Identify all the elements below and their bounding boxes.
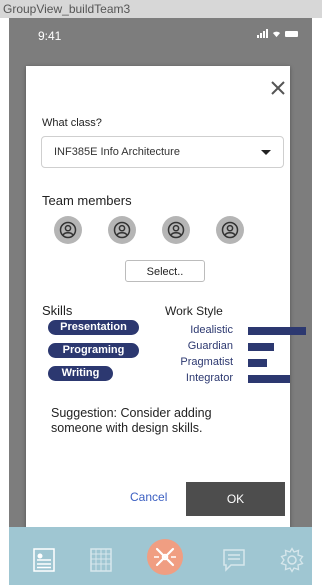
team-member-slot-2[interactable]: [108, 216, 136, 244]
work-style-bar-pragmatist: [248, 359, 267, 367]
work-style-label-integrator: Integrator: [185, 372, 233, 384]
tools-icon: [154, 547, 176, 567]
status-icons: [257, 29, 298, 38]
tab-build-team[interactable]: [147, 539, 183, 575]
work-style-bar-guardian: [248, 343, 274, 351]
team-members-label: Team members: [42, 193, 132, 208]
status-bar: 9:41: [9, 18, 312, 48]
tab-bar: [9, 527, 312, 585]
window-title: GroupView_buildTeam3: [0, 0, 322, 18]
select-members-button[interactable]: Select..: [125, 260, 205, 282]
chat-icon[interactable]: [221, 547, 247, 573]
user-icon: [221, 221, 239, 239]
calendar-grid-icon[interactable]: [88, 547, 114, 573]
team-member-slot-3[interactable]: [162, 216, 190, 244]
work-style-bar-integrator: [248, 375, 290, 383]
work-style-bar-idealistic: [248, 327, 306, 335]
close-icon[interactable]: [270, 80, 286, 96]
build-team-dialog: What class? INF385E Info Architecture Te…: [26, 66, 306, 533]
phone-screen: 9:41 What class? INF385E Info Architectu…: [9, 18, 312, 585]
class-dropdown[interactable]: INF385E Info Architecture: [41, 136, 284, 168]
work-style-label-guardian: Guardian: [187, 340, 233, 352]
team-member-slot-4[interactable]: [216, 216, 244, 244]
suggestion-text: Suggestion: Consider adding someone with…: [51, 406, 212, 435]
user-icon: [167, 221, 185, 239]
class-label: What class?: [42, 117, 102, 129]
ok-button[interactable]: OK: [186, 482, 285, 516]
work-style-label: Work Style: [165, 304, 223, 318]
battery-icon: [285, 30, 298, 37]
work-style-label-idealistic: Idealistic: [190, 324, 233, 336]
team-member-slot-1[interactable]: [54, 216, 82, 244]
work-style-label-pragmatist: Pragmatist: [180, 356, 233, 368]
cancel-button[interactable]: Cancel: [130, 490, 167, 504]
wifi-icon: [272, 31, 281, 38]
skills-label: Skills: [42, 303, 73, 318]
signal-icon: [257, 29, 268, 38]
profile-card-icon[interactable]: [31, 547, 57, 573]
user-icon: [59, 221, 77, 239]
chevron-down-icon: [261, 150, 271, 155]
status-time: 9:41: [38, 29, 62, 43]
user-icon: [113, 221, 131, 239]
gear-icon[interactable]: [279, 547, 305, 573]
skill-tag: Writing: [48, 366, 113, 381]
class-dropdown-value: INF385E Info Architecture: [54, 146, 180, 158]
